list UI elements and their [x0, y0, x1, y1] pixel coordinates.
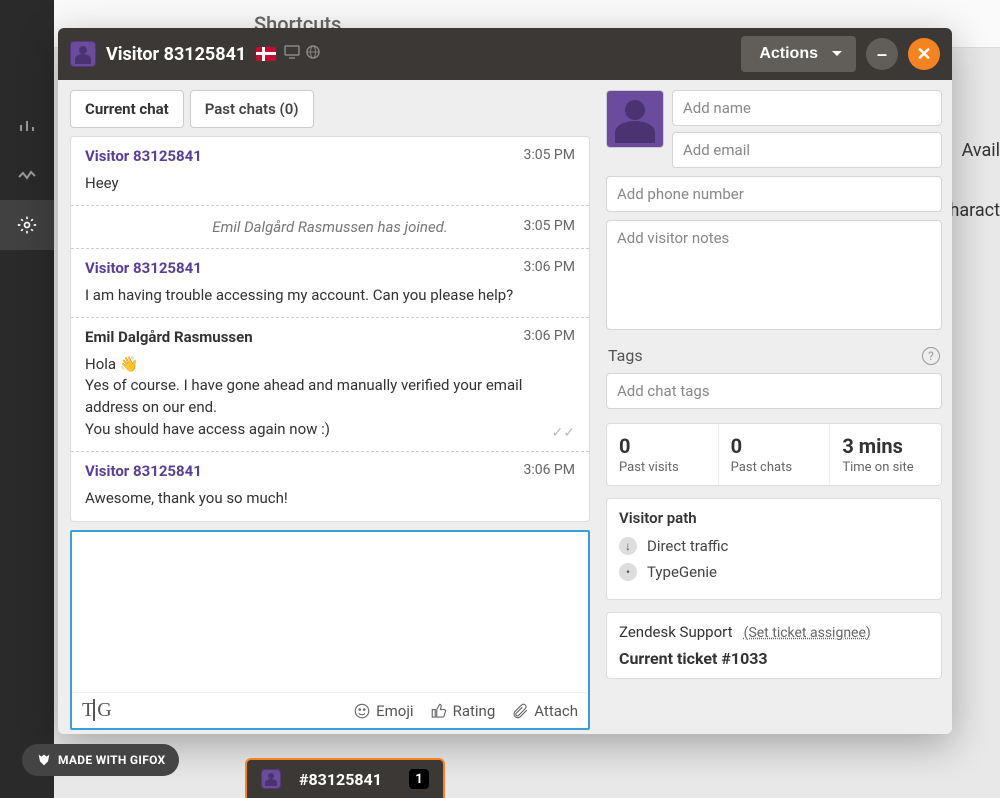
fox-icon [36, 752, 52, 768]
chat-message: Visitor 83125841 3:05 PM Heey [71, 137, 589, 206]
flag-denmark-icon [256, 47, 276, 61]
visitor-phone-input[interactable] [606, 176, 942, 212]
globe-icon [306, 45, 320, 63]
visitor-path-box: Visitor path ↓ Direct traffic • TypeGeni… [606, 498, 942, 600]
nav-monitor-icon[interactable] [0, 150, 54, 200]
chat-message: Emil Dalgård Rasmussen 3:06 PM Hola 👋 Ye… [71, 318, 589, 452]
visitor-notes-input[interactable] [606, 220, 942, 330]
message-time: 3:06 PM [523, 462, 575, 480]
emoji-button[interactable]: Emoji [353, 702, 413, 720]
titlebar: Visitor 83125841 Actions – ✕ [58, 28, 952, 80]
message-body: Awesome, thank you so much! [85, 488, 575, 510]
system-message: Emil Dalgård Rasmussen has joined. 3:05 … [71, 206, 589, 249]
message-time: 3:06 PM [523, 328, 575, 346]
read-receipt-icon: ✓✓ [552, 425, 575, 441]
visitor-info-panel: Tags ? 0 Past visits 0 Past chats 3 mins… [602, 80, 952, 734]
nav-stats-icon[interactable] [0, 100, 54, 150]
chat-transcript[interactable]: Visitor 83125841 3:05 PM Heey Emil Dalgå… [70, 136, 590, 522]
thumbs-up-icon [430, 702, 448, 720]
zendesk-ticket-box: Zendesk Support (Set ticket assignee) Cu… [606, 612, 942, 679]
visitor-stats: 0 Past visits 0 Past chats 3 mins Time o… [606, 423, 942, 486]
message-sender: Visitor 83125841 [85, 259, 202, 277]
system-text: Emil Dalgård Rasmussen has joined. [212, 218, 447, 236]
chat-window: Visitor 83125841 Actions – ✕ Current cha… [58, 28, 952, 734]
background-fragment-2: haract [949, 200, 1000, 221]
tags-section-label: Tags ? [608, 346, 940, 365]
composer-toolbar: TG Emoji Rating Attach [72, 692, 588, 728]
chat-message: Visitor 83125841 3:06 PM I am having tro… [71, 249, 589, 318]
paperclip-icon [511, 702, 529, 720]
visitor-email-input[interactable] [672, 132, 942, 168]
message-sender: Visitor 83125841 [85, 147, 202, 165]
visitor-avatar-large-icon [606, 90, 664, 148]
actions-dropdown-button[interactable]: Actions [741, 36, 856, 72]
tab-current-chat[interactable]: Current chat [70, 90, 184, 128]
unread-count-badge: 1 [409, 769, 429, 789]
chat-message: Visitor 83125841 3:06 PM Awesome, thank … [71, 452, 589, 520]
chat-tags-input[interactable] [606, 373, 942, 409]
current-ticket-label: Current ticket #1033 [619, 649, 929, 668]
dot-icon: • [619, 563, 637, 581]
message-sender: Emil Dalgård Rasmussen [85, 328, 253, 346]
minimize-button[interactable]: – [866, 38, 898, 70]
stat-past-chats: 0 Past chats [719, 424, 831, 485]
close-button[interactable]: ✕ [908, 38, 940, 70]
chat-tabs: Current chat Past chats (0) [62, 80, 598, 132]
message-sender: Visitor 83125841 [85, 462, 202, 480]
desktop-icon [284, 45, 300, 63]
path-item: • TypeGenie [619, 563, 929, 581]
attach-button[interactable]: Attach [511, 702, 578, 720]
message-time: 3:05 PM [523, 147, 575, 165]
stat-time-on-site: 3 mins Time on site [830, 424, 941, 485]
tab-past-chats[interactable]: Past chats (0) [190, 90, 314, 128]
emoji-icon [353, 702, 371, 720]
help-icon[interactable]: ? [922, 347, 940, 365]
typegenie-logo-icon: TG [82, 699, 111, 722]
background-availability-fragment: Avail [962, 140, 1000, 161]
composer-input[interactable] [72, 532, 588, 692]
visitor-avatar-icon [261, 769, 281, 789]
tab-label: #83125841 [299, 770, 382, 789]
visitor-path-label: Visitor path [619, 509, 929, 527]
message-body: Hola 👋 Yes of course. I have gone ahead … [85, 354, 575, 441]
stat-past-visits: 0 Past visits [607, 424, 719, 485]
rating-button[interactable]: Rating [430, 702, 496, 720]
arrow-down-icon: ↓ [619, 537, 637, 555]
set-assignee-link[interactable]: (Set ticket assignee) [744, 625, 871, 641]
visitor-name-input[interactable] [672, 90, 942, 126]
title-meta-icons [284, 45, 320, 63]
nav-settings-gear-icon[interactable] [0, 200, 54, 250]
minimized-chat-tab[interactable]: #83125841 1 [245, 758, 445, 798]
app-sidebar [0, 0, 54, 798]
visitor-avatar-icon [70, 41, 96, 67]
message-time: 3:06 PM [523, 259, 575, 277]
zendesk-label: Zendesk Support [619, 623, 732, 641]
message-composer: TG Emoji Rating Attach [70, 530, 590, 730]
window-title: Visitor 83125841 [106, 44, 246, 65]
message-body: Heey [85, 173, 575, 195]
chat-column: Current chat Past chats (0) Visitor 8312… [58, 80, 602, 734]
message-body: I am having trouble accessing my account… [85, 285, 575, 307]
message-time: 3:05 PM [523, 218, 575, 234]
path-item: ↓ Direct traffic [619, 537, 929, 555]
actions-label: Actions [759, 45, 818, 62]
gifox-watermark: MADE WITH GIFOX [22, 744, 179, 776]
